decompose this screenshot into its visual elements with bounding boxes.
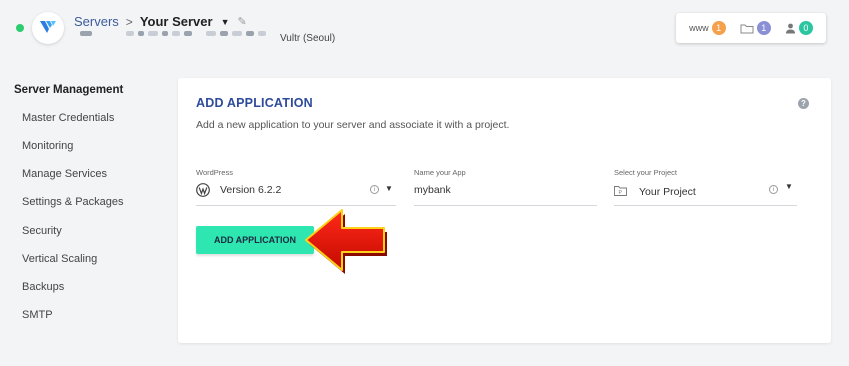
server-meta-redacted	[80, 31, 270, 36]
sidebar-item-smtp[interactable]: SMTP	[22, 309, 53, 321]
wordpress-icon	[196, 183, 210, 197]
sidebar-item-vertical-scaling[interactable]: Vertical Scaling	[22, 253, 97, 265]
sidebar-item-settings-packages[interactable]: Settings & Packages	[22, 196, 124, 208]
breadcrumb: Servers > Your Server ▼ ✎	[74, 14, 247, 29]
applications-count-badge: 1	[711, 21, 726, 35]
red-annotation-arrow	[305, 209, 387, 274]
sidebar-item-master-credentials[interactable]: Master Credentials	[22, 112, 114, 124]
sidebar-item-backups[interactable]: Backups	[22, 281, 64, 293]
project-info-icon[interactable]: i	[769, 185, 778, 194]
app-type-value: Version 6.2.2	[220, 184, 282, 196]
team-counter[interactable]: 0	[785, 21, 813, 35]
panel-title: ADD APPLICATION	[196, 96, 313, 110]
project-select[interactable]: Select your Project P Your Project i ▼	[614, 168, 797, 206]
app-type-select[interactable]: WordPress Version 6.2.2 i ▼	[196, 168, 396, 206]
add-application-button[interactable]: ADD APPLICATION	[196, 226, 314, 254]
server-switch-caret-icon[interactable]: ▼	[221, 17, 230, 27]
app-name-label: Name your App	[414, 168, 466, 177]
app-name-input[interactable]: Name your App mybank	[414, 168, 597, 206]
edit-pencil-icon[interactable]: ✎	[237, 15, 246, 28]
app-type-label: WordPress	[196, 168, 233, 177]
app-name-value: mybank	[414, 184, 451, 196]
server-name: Your Server	[139, 14, 213, 29]
sidebar-title: Server Management	[14, 84, 124, 96]
project-folder-icon: P	[614, 186, 627, 196]
app-type-dropdown-caret-icon[interactable]: ▼	[385, 184, 393, 193]
project-label: Select your Project	[614, 168, 677, 177]
projects-count-badge: 1	[756, 21, 771, 35]
applications-counter[interactable]: www 1	[689, 21, 726, 35]
help-icon[interactable]: ?	[798, 98, 809, 109]
sidebar-item-manage-services[interactable]: Manage Services	[22, 168, 107, 180]
user-icon	[785, 23, 795, 33]
resource-counters: www 1 1 0	[676, 13, 826, 43]
breadcrumb-separator: >	[125, 14, 133, 29]
team-count-badge: 0	[798, 21, 813, 35]
panel-description: Add a new application to your server and…	[196, 119, 510, 131]
www-label: www	[689, 23, 709, 33]
project-dropdown-caret-icon[interactable]: ▼	[785, 182, 793, 191]
server-status-dot	[16, 24, 24, 32]
folder-icon	[740, 24, 754, 33]
server-provider: Vultr (Seoul)	[280, 33, 336, 44]
app-type-info-icon[interactable]: i	[370, 185, 379, 194]
vultr-logo	[32, 12, 64, 44]
add-application-panel: ADD APPLICATION Add a new application to…	[178, 78, 831, 343]
project-value: Your Project	[639, 186, 696, 198]
sidebar-item-monitoring[interactable]: Monitoring	[22, 140, 73, 152]
projects-counter[interactable]: 1	[740, 21, 771, 35]
sidebar-item-security[interactable]: Security	[22, 225, 62, 237]
breadcrumb-servers-link[interactable]: Servers	[74, 14, 119, 29]
